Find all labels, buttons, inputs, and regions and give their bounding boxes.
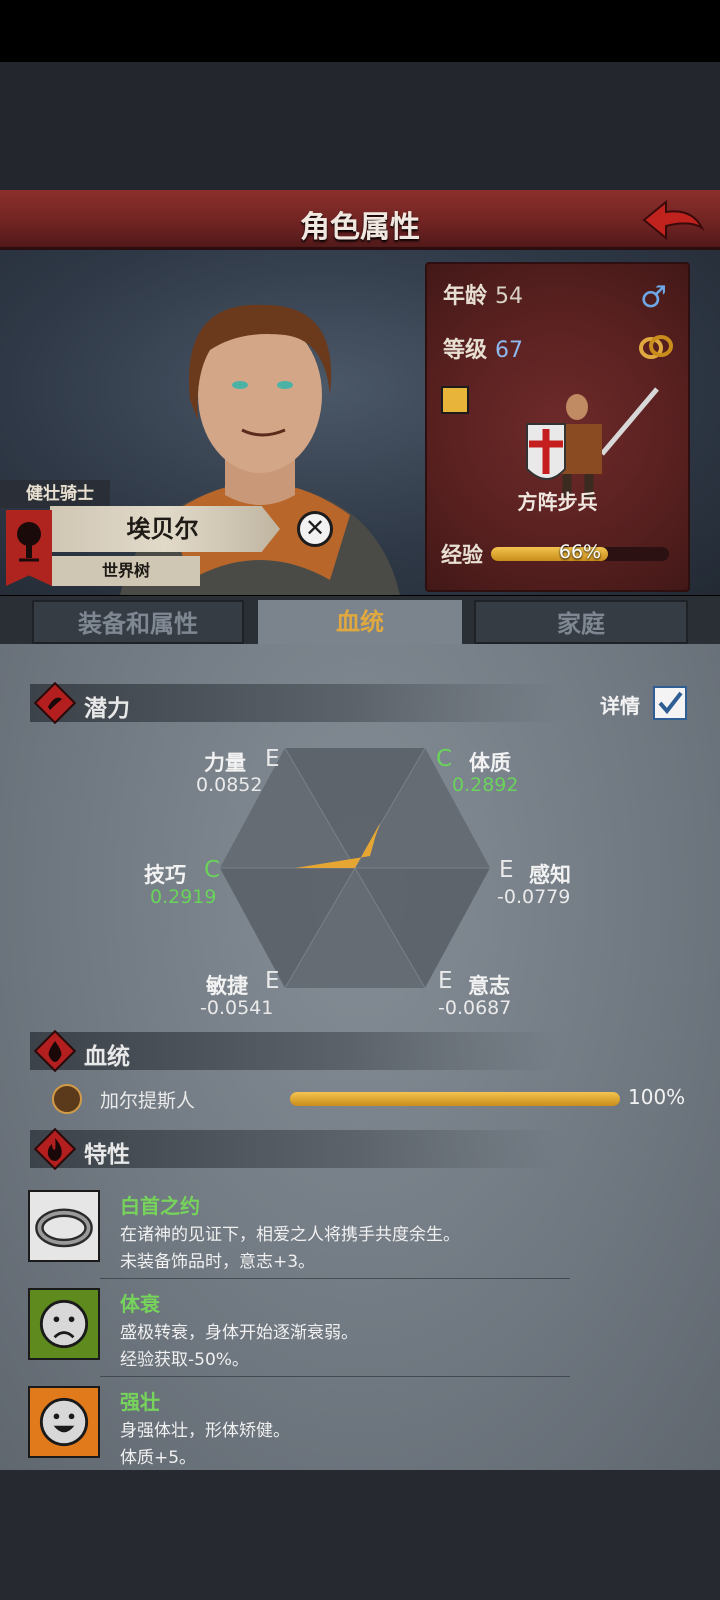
- flame-icon: [34, 1128, 76, 1170]
- ring-icon[interactable]: [28, 1190, 100, 1262]
- header-bar: 角色属性: [0, 190, 720, 250]
- status-bar-area: [0, 0, 720, 62]
- attr-value-agility: -0.0541: [200, 997, 274, 1019]
- attr-grade-skill: C: [204, 857, 221, 883]
- exp-percent: 66%: [558, 541, 602, 563]
- potential-title: 潜力: [84, 696, 130, 722]
- trait-name: 强壮: [120, 1390, 160, 1414]
- age-value: 54: [495, 284, 524, 309]
- level-value: 67: [495, 338, 524, 363]
- age-label: 年龄: [443, 284, 488, 309]
- page-title: 角色属性: [300, 210, 420, 245]
- potential-icon: [34, 682, 76, 724]
- divider: [100, 1376, 570, 1377]
- bloodline-bar-fill: [290, 1092, 620, 1106]
- attr-grade-constitution: C: [436, 746, 453, 772]
- back-arrow-icon[interactable]: [640, 198, 706, 244]
- attr-value-skill: 0.2919: [150, 886, 217, 908]
- unit-figure: [526, 387, 659, 497]
- attr-grade-willpower: E: [438, 968, 453, 994]
- level-label: 等级: [443, 338, 488, 363]
- ring-icon[interactable]: [638, 332, 674, 362]
- sad-face-icon[interactable]: [28, 1288, 100, 1360]
- bloodline-name: 加尔提斯人: [100, 1090, 196, 1112]
- top-spacer: [0, 62, 720, 190]
- age-row: 年龄 54: [443, 278, 523, 310]
- attr-name-perception: 感知: [529, 863, 571, 887]
- shield-icon[interactable]: [441, 386, 469, 414]
- trait-name: 白首之约: [120, 1194, 200, 1218]
- detail-label: 详情: [600, 694, 640, 718]
- character-name[interactable]: 埃贝尔: [50, 506, 275, 552]
- trait-effect: 经验获取-50%。: [120, 1350, 249, 1370]
- attr-value-constitution: 0.2892: [452, 774, 519, 796]
- unit-name: 方阵步兵: [517, 490, 598, 514]
- stats-card: 年龄 54 ♂ 等级 67 方阵步兵 经验 66%: [425, 262, 690, 592]
- detail-checkbox[interactable]: [653, 686, 687, 720]
- bloodline-bar: [290, 1092, 620, 1106]
- attr-name-constitution: 体质: [469, 751, 511, 775]
- level-row: 等级 67: [443, 332, 523, 364]
- blood-drop-icon: [34, 1030, 76, 1072]
- tab-equipment[interactable]: 装备和属性: [32, 600, 244, 644]
- attr-grade-strength: E: [265, 746, 280, 772]
- trait-description: 盛极转衰，身体开始逐渐衰弱。: [120, 1323, 358, 1343]
- attr-grade-perception: E: [499, 857, 514, 883]
- trait-effect: 未装备饰品时，意志+3。: [120, 1252, 316, 1272]
- happy-face-icon[interactable]: [28, 1386, 100, 1458]
- title-tag: 健壮骑士: [0, 480, 110, 508]
- attr-value-strength: 0.0852: [196, 774, 263, 796]
- male-icon: ♂: [640, 280, 667, 315]
- attr-name-strength: 力量: [204, 751, 246, 775]
- bloodline-percent: 100%: [628, 1085, 686, 1109]
- divider: [100, 1278, 570, 1279]
- bloodline-crest-icon: [52, 1084, 82, 1114]
- attr-grade-agility: E: [265, 968, 280, 994]
- tree-icon: [17, 522, 41, 562]
- trait-effect: 体质+5。: [120, 1448, 197, 1468]
- check-icon: [658, 691, 683, 715]
- attr-value-willpower: -0.0687: [438, 997, 512, 1019]
- attr-name-willpower: 意志: [468, 974, 510, 998]
- trait-name: 体衰: [120, 1292, 160, 1316]
- bottom-area: [0, 1470, 720, 1600]
- faction-name: 世界树: [52, 556, 200, 586]
- tab-bloodline[interactable]: 血统: [258, 600, 462, 644]
- trait-description: 在诸神的见证下，相爱之人将携手共度余生。: [120, 1225, 460, 1245]
- attr-name-agility: 敏捷: [206, 974, 248, 998]
- bloodline-title: 血统: [84, 1044, 130, 1070]
- tab-family[interactable]: 家庭: [474, 600, 688, 644]
- exp-label: 经验: [441, 543, 483, 567]
- attr-name-skill: 技巧: [144, 863, 186, 887]
- traits-title: 特性: [84, 1142, 130, 1168]
- attr-value-perception: -0.0779: [497, 886, 571, 908]
- trait-description: 身强体壮，形体矫健。: [120, 1421, 290, 1441]
- close-icon[interactable]: ✕: [297, 511, 333, 547]
